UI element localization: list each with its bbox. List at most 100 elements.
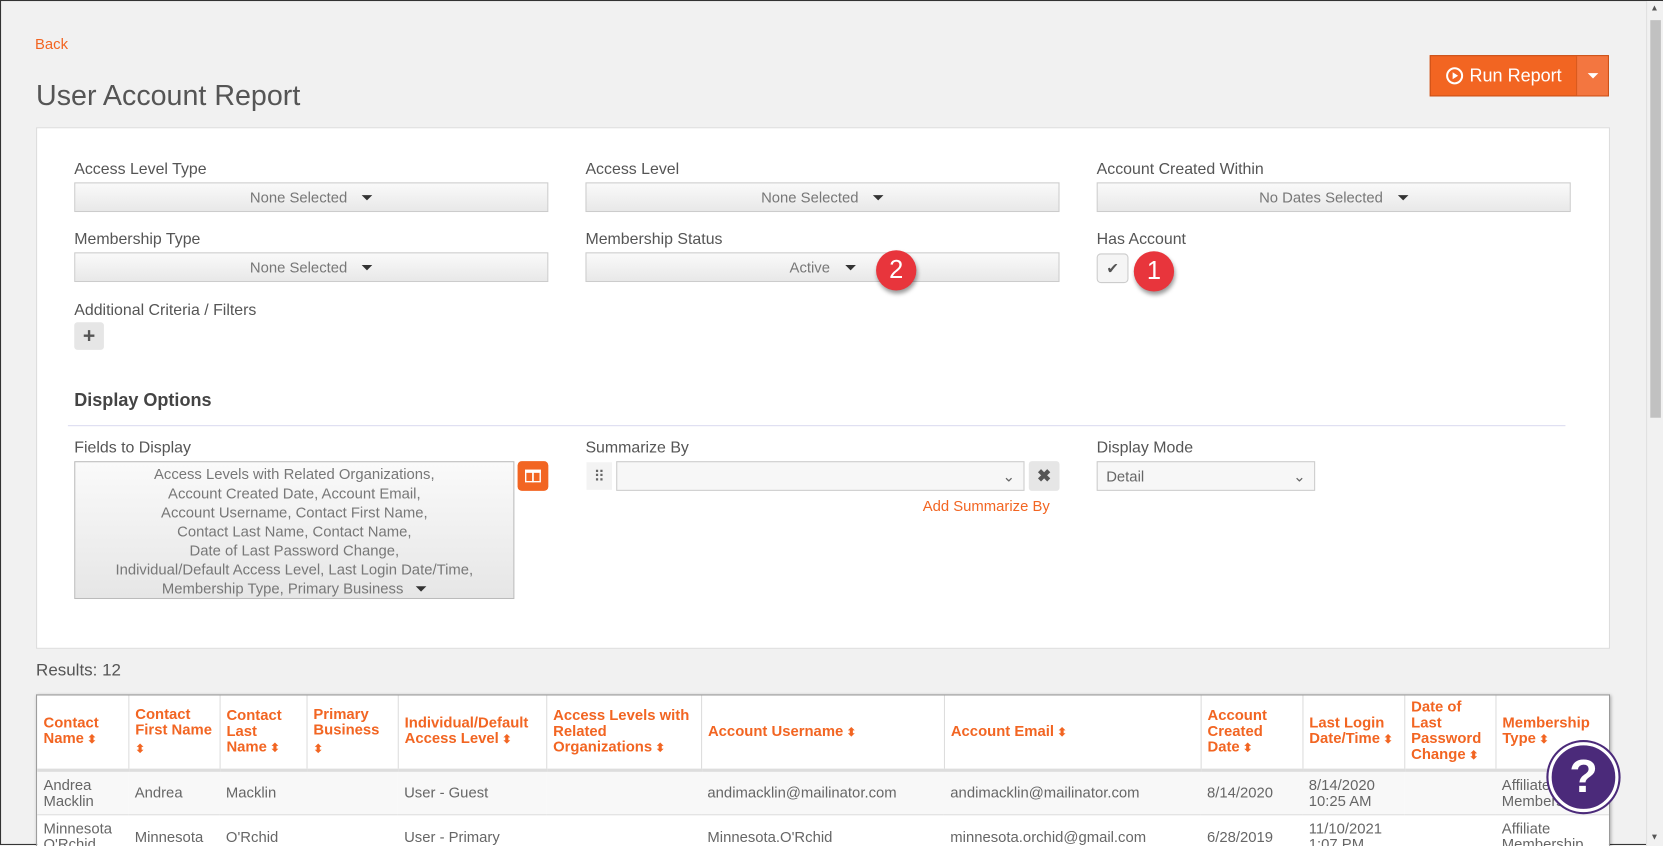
table-cell: 6/28/2019	[1200, 814, 1303, 846]
table-cell: 8/14/2020	[1200, 769, 1303, 815]
column-header-label: Account Username	[707, 721, 844, 739]
sort-icon[interactable]: ⬍	[313, 743, 323, 756]
dropdown-value: No Dates Selected	[1259, 188, 1383, 206]
column-header[interactable]: Account Username ⬍	[701, 695, 945, 772]
run-report-button-group: Run Report	[1429, 55, 1609, 97]
report-page: Back User Account Report Run Report Acce…	[0, 0, 1663, 846]
membership-type-label: Membership Type	[74, 230, 201, 249]
caret-down-icon	[362, 264, 373, 270]
sort-icon[interactable]: ⬍	[135, 743, 145, 756]
sort-icon[interactable]: ⬍	[1536, 734, 1549, 747]
column-header[interactable]: Access Levels with Related Organizations…	[546, 695, 702, 772]
fields-to-display-select[interactable]: Access Levels with Related Organizations…	[74, 461, 515, 600]
chevron-down-icon: ⌄	[1002, 467, 1015, 484]
scroll-down-icon[interactable]: ▼	[1650, 832, 1658, 842]
table-cell: Affiliate Membership	[1495, 814, 1609, 846]
columns-button[interactable]	[517, 461, 549, 491]
field-line: Individual/Default Access Level, Last Lo…	[115, 560, 474, 578]
table-cell: 8/14/2020 10:25 AM	[1302, 769, 1405, 815]
sort-icon[interactable]: ⬍	[84, 734, 97, 747]
help-button[interactable]: ?	[1548, 742, 1619, 813]
table-cell: Minnesota O'Rchid	[37, 814, 129, 846]
table-cell: andimacklin@mailinator.com	[701, 769, 944, 815]
table-cell	[1404, 814, 1496, 846]
table-cell: Macklin	[219, 769, 307, 815]
chevron-down-icon: ⌄	[1293, 467, 1306, 484]
display-options-heading: Display Options	[74, 390, 212, 411]
column-header[interactable]: Primary Business ⬍	[306, 695, 399, 772]
remove-summarize-button[interactable]: ✖	[1028, 461, 1060, 491]
page-title: User Account Report	[36, 79, 301, 112]
column-header[interactable]: Date of Last Password Change ⬍	[1404, 695, 1496, 772]
checkmark-icon: ✔	[1106, 259, 1119, 277]
column-header-label: Last Login Date/Time	[1309, 713, 1385, 747]
column-header[interactable]: Contact Last Name ⬍	[219, 695, 308, 772]
run-report-dropdown[interactable]	[1576, 56, 1608, 96]
column-header[interactable]: Contact First Name ⬍	[128, 695, 221, 772]
divider	[67, 425, 1566, 427]
table-cell: O'Rchid	[219, 814, 307, 846]
column-header[interactable]: Last Login Date/Time ⬍	[1302, 695, 1405, 772]
summarize-by-label: Summarize By	[585, 438, 689, 457]
table-cell	[1404, 769, 1496, 815]
field-line: Account Username, Contact First Name,	[161, 503, 428, 521]
table-cell: 11/10/2021 1:07 PM	[1302, 814, 1405, 846]
results-table-wrapper: Contact Name ⬍ Contact First Name ⬍ Contac…	[36, 694, 1610, 846]
field-line: Account Created Date, Account Email,	[168, 484, 421, 502]
table-row[interactable]: Minnesota O'Rchid Minnesota O'Rchid User - …	[37, 814, 1609, 846]
plus-icon: +	[82, 323, 96, 348]
table-cell	[546, 814, 702, 846]
add-summarize-by-link[interactable]: Add Summarize By	[923, 497, 1050, 514]
table-row[interactable]: Andrea Macklin Andrea Macklin User - Guest a…	[37, 769, 1609, 815]
run-report-label: Run Report	[1469, 65, 1562, 86]
summarize-by-select[interactable]: ⌄	[616, 461, 1025, 491]
question-mark-icon: ?	[1569, 750, 1598, 803]
field-line: Date of Last Password Change,	[189, 541, 400, 559]
run-report-button[interactable]: Run Report	[1431, 56, 1576, 95]
display-mode-select[interactable]: Detail ⌄	[1096, 461, 1316, 491]
fields-to-display-label: Fields to Display	[74, 438, 191, 457]
account-created-within-dropdown[interactable]: No Dates Selected	[1096, 182, 1571, 213]
caret-down-icon	[873, 194, 884, 200]
back-link[interactable]: Back	[35, 35, 68, 52]
column-header[interactable]: Account Email ⬍	[943, 695, 1202, 772]
membership-status-dropdown[interactable]: Active	[585, 252, 1060, 283]
table-cell: Andrea	[128, 769, 220, 815]
table-cell: User - Guest	[397, 769, 547, 815]
sort-icon[interactable]: ⬍	[652, 742, 665, 755]
sort-icon[interactable]: ⬍	[499, 734, 512, 747]
drag-handle-icon[interactable]: ⠿	[586, 462, 612, 490]
dropdown-value: None Selected	[249, 188, 348, 206]
dropdown-value: None Selected	[761, 188, 859, 206]
sort-icon[interactable]: ⬍	[267, 742, 280, 755]
annotation-badge-1: 1	[1133, 251, 1175, 292]
column-header[interactable]: Account Created Date ⬍	[1200, 695, 1303, 772]
scrollbar-thumb[interactable]	[1650, 20, 1661, 418]
has-account-checkbox[interactable]: ✔	[1096, 253, 1129, 284]
column-header-label: Access Levels with Related Organizations	[553, 705, 690, 755]
sort-icon[interactable]: ⬍	[1380, 734, 1393, 747]
membership-type-dropdown[interactable]: None Selected	[74, 252, 549, 283]
has-account-label: Has Account	[1096, 230, 1186, 249]
column-header-label: Contact First Name	[135, 704, 212, 738]
add-criteria-button[interactable]: +	[74, 322, 104, 350]
select-value: Detail	[1106, 467, 1145, 485]
caret-down-icon	[362, 194, 373, 200]
access-level-label: Access Level	[585, 160, 680, 179]
sort-icon[interactable]: ⬍	[843, 726, 857, 739]
annotation-badge-2: 2	[876, 250, 917, 291]
column-header[interactable]: Contact Name ⬍	[37, 695, 129, 772]
vertical-scrollbar[interactable]: ▲ ▼	[1646, 1, 1663, 846]
access-level-dropdown[interactable]: None Selected	[585, 182, 1060, 213]
column-header-label: Primary Business	[313, 704, 380, 738]
display-mode-label: Display Mode	[1096, 438, 1194, 457]
results-count: Results: 12	[36, 661, 121, 680]
access-level-type-dropdown[interactable]: None Selected	[74, 182, 549, 213]
sort-icon[interactable]: ⬍	[1466, 750, 1479, 763]
scroll-up-icon[interactable]: ▲	[1650, 3, 1658, 13]
field-line: Contact Last Name, Contact Name,	[177, 522, 412, 540]
results-table: Contact Name ⬍ Contact First Name ⬍ Contac…	[37, 695, 1609, 846]
sort-icon[interactable]: ⬍	[1054, 726, 1067, 739]
sort-icon[interactable]: ⬍	[1240, 742, 1253, 755]
column-header[interactable]: Individual/Default Access Level ⬍	[397, 695, 547, 772]
